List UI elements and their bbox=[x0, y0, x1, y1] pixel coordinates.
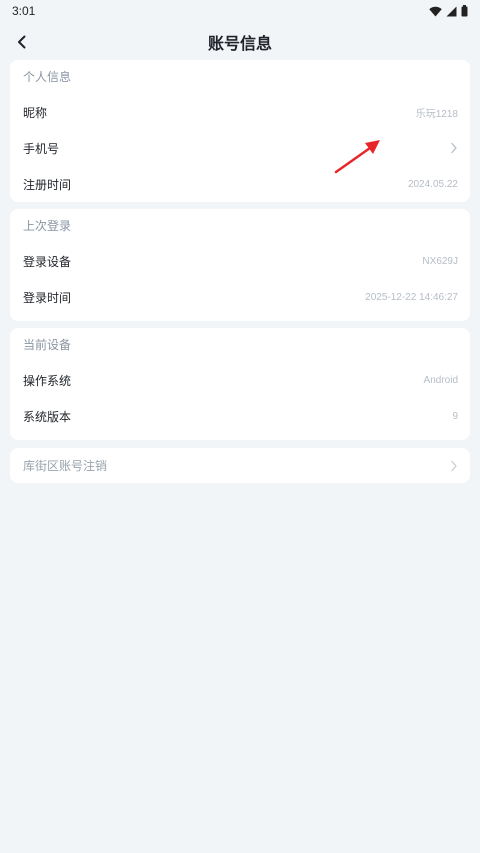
nickname-value: 乐玩1218 bbox=[415, 108, 458, 120]
register-time-value: 2024.05.22 bbox=[407, 178, 458, 190]
battery-icon bbox=[461, 5, 468, 17]
os-label: 操作系统 bbox=[23, 373, 72, 388]
deregister-card[interactable]: 库街区账号注销 bbox=[10, 448, 470, 483]
last-login-card: 上次登录 登录设备 NX629J 登录时间 2025-12-22 14:46:2… bbox=[10, 209, 470, 321]
login-time-value: 2025-12-22 14:46:27 bbox=[365, 291, 458, 303]
register-time-row: 注册时间 2024.05.22 bbox=[10, 166, 470, 202]
phone-row[interactable]: 手机号 bbox=[10, 130, 470, 166]
login-device-value: NX629J bbox=[422, 255, 458, 267]
personal-info-card: 个人信息 昵称 乐玩1218 手机号 注册时间 2024.05.22 bbox=[10, 60, 470, 202]
phone-label: 手机号 bbox=[23, 141, 60, 156]
os-row: 操作系统 Android bbox=[10, 362, 470, 398]
deregister-label: 库街区账号注销 bbox=[23, 459, 108, 473]
wifi-icon bbox=[429, 6, 442, 16]
login-time-row: 登录时间 2025-12-22 14:46:27 bbox=[10, 279, 470, 315]
login-device-row: 登录设备 NX629J bbox=[10, 243, 470, 279]
section-title-current-device: 当前设备 bbox=[23, 338, 72, 352]
os-value: Android bbox=[423, 374, 458, 386]
os-version-value: 9 bbox=[452, 410, 458, 422]
header-bar: 账号信息 bbox=[0, 22, 480, 62]
section-title-last-login: 上次登录 bbox=[23, 219, 72, 233]
os-version-row: 系统版本 9 bbox=[10, 398, 470, 434]
os-version-label: 系统版本 bbox=[23, 409, 72, 424]
chevron-left-icon bbox=[18, 35, 26, 49]
status-icons bbox=[429, 5, 468, 17]
nickname-label: 昵称 bbox=[23, 105, 48, 120]
back-button[interactable] bbox=[10, 30, 34, 54]
section-title-personal-info: 个人信息 bbox=[23, 70, 72, 84]
cellular-signal-icon bbox=[446, 6, 457, 16]
status-time: 3:01 bbox=[12, 4, 36, 18]
status-bar: 3:01 bbox=[0, 0, 480, 22]
page-title: 账号信息 bbox=[207, 34, 272, 53]
login-time-label: 登录时间 bbox=[23, 290, 72, 305]
chevron-right-icon bbox=[450, 460, 458, 472]
chevron-right-icon bbox=[450, 142, 458, 154]
current-device-card: 当前设备 操作系统 Android 系统版本 9 bbox=[10, 328, 470, 440]
login-device-label: 登录设备 bbox=[23, 254, 72, 269]
deregister-row[interactable]: 库街区账号注销 bbox=[10, 448, 470, 483]
nickname-row: 昵称 乐玩1218 bbox=[10, 94, 470, 130]
register-time-label: 注册时间 bbox=[23, 177, 72, 192]
